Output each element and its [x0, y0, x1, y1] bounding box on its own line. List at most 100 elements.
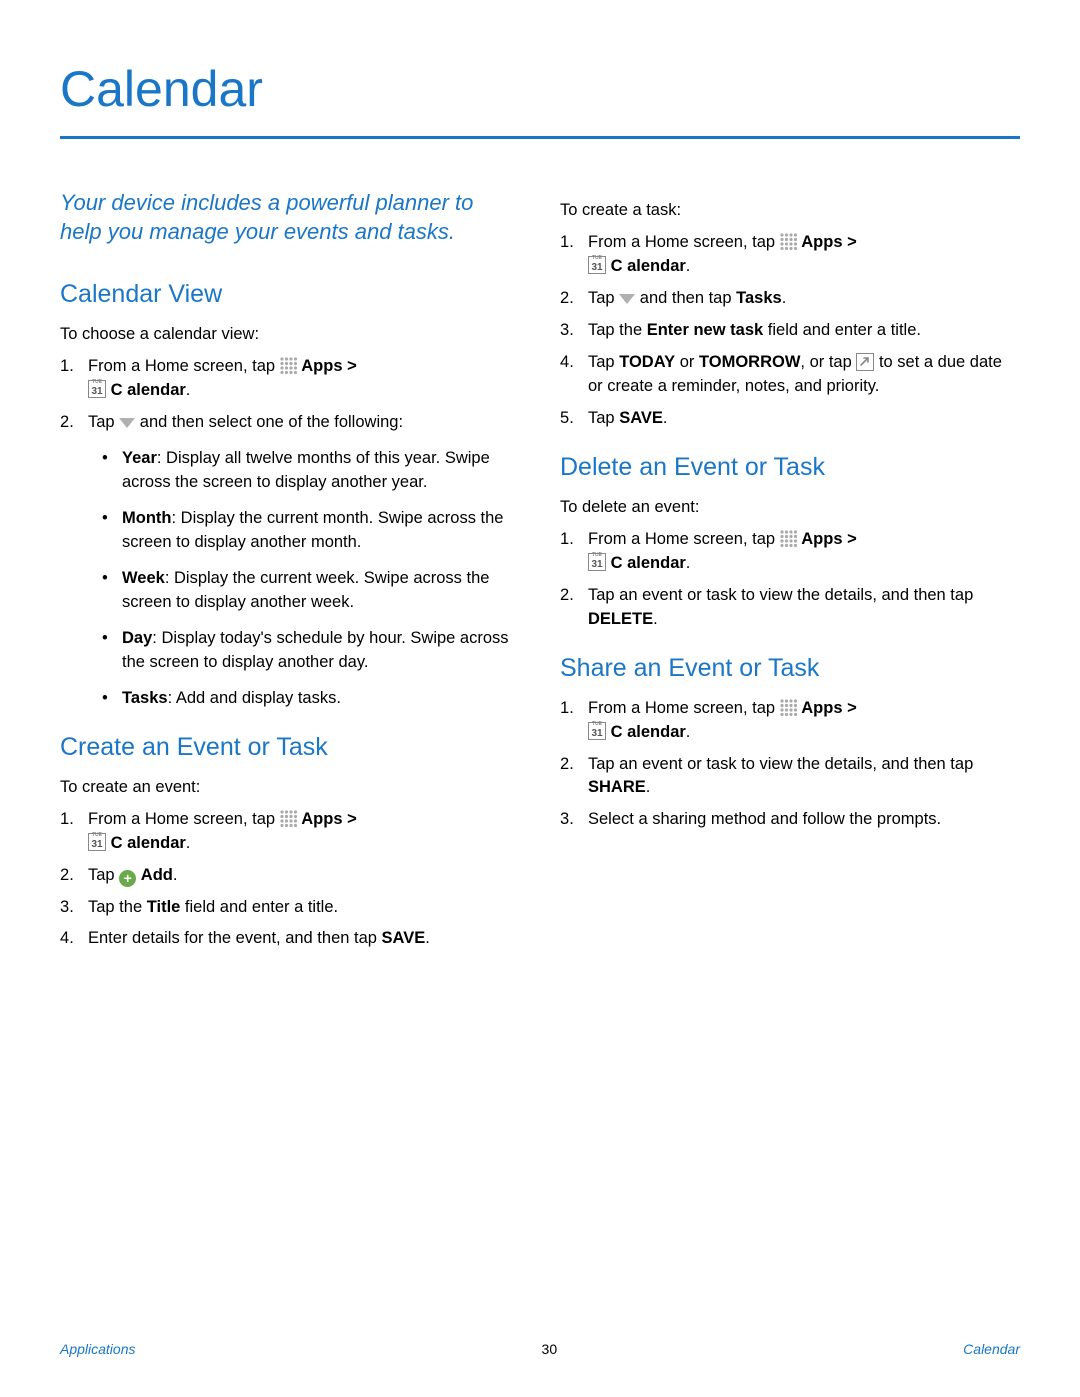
calendar-label: C alendar	[111, 834, 186, 852]
view-name: Week	[122, 569, 165, 587]
delete-heading: Delete an Event or Task	[560, 453, 1020, 482]
apps-grid-icon	[280, 810, 297, 827]
create-task-step-1: From a Home screen, tap Apps > 31 C alen…	[560, 231, 1020, 279]
share-step-1: From a Home screen, tap Apps > 31 C alen…	[560, 697, 1020, 745]
apps-label: Apps	[801, 233, 842, 251]
delete-step-1: From a Home screen, tap Apps > 31 C alen…	[560, 528, 1020, 576]
create-task-step-4: Tap TODAY or TOMORROW, or tap to set a d…	[560, 351, 1020, 399]
view-option-month: Month: Display the current month. Swipe …	[102, 507, 520, 555]
calendar-label: C alendar	[611, 554, 686, 572]
title-rule	[60, 136, 1020, 139]
calendar-view-step-1: From a Home screen, tap Apps > 31 C alen…	[60, 355, 520, 403]
calendar-label: C alendar	[611, 257, 686, 275]
tasks-label: Tasks	[736, 289, 782, 307]
share-step-3: Select a sharing method and follow the p…	[560, 808, 1020, 832]
step-text: , or tap	[800, 353, 856, 371]
step-text: Tap	[588, 289, 619, 307]
page-title: Calendar	[60, 60, 1020, 118]
gt: >	[843, 233, 857, 251]
add-plus-circle-icon: +	[119, 870, 136, 887]
title-field-label: Title	[147, 898, 181, 916]
dropdown-triangle-icon	[619, 294, 635, 304]
save-label: SAVE	[619, 409, 663, 427]
apps-grid-icon	[280, 357, 297, 374]
today-label: TODAY	[619, 353, 675, 371]
create-task-lead: To create a task:	[560, 199, 1020, 221]
step-text: Select a sharing method and follow the p…	[588, 810, 941, 828]
view-name: Day	[122, 629, 152, 647]
step-text: field and enter a title.	[763, 321, 921, 339]
gt: >	[843, 699, 857, 717]
enter-new-task-label: Enter new task	[647, 321, 763, 339]
step-text: From a Home screen, tap	[88, 357, 280, 375]
step-text: Tap the	[588, 321, 647, 339]
calendar-label: C alendar	[611, 723, 686, 741]
delete-step-2: Tap an event or task to view the details…	[560, 584, 1020, 632]
step-text: field and enter a title.	[180, 898, 338, 916]
create-event-step-3: Tap the Title field and enter a title.	[60, 896, 520, 920]
calendar-label: C alendar	[111, 381, 186, 399]
view-option-year: Year: Display all twelve months of this …	[102, 447, 520, 495]
step-text: From a Home screen, tap	[88, 810, 280, 828]
step-text: or	[675, 353, 699, 371]
share-heading: Share an Event or Task	[560, 654, 1020, 683]
view-desc: : Display the current week. Swipe across…	[122, 569, 489, 611]
share-step-2: Tap an event or task to view the details…	[560, 753, 1020, 801]
delete-lead: To delete an event:	[560, 496, 1020, 518]
view-option-day: Day: Display today's schedule by hour. S…	[102, 627, 520, 675]
calendar-view-options: Year: Display all twelve months of this …	[102, 447, 520, 710]
gt: >	[343, 357, 357, 375]
calendar-view-heading: Calendar View	[60, 280, 520, 309]
expand-arrow-box-icon	[856, 353, 874, 371]
step-text: Tap	[88, 866, 119, 884]
create-event-step-2: Tap + Add.	[60, 864, 520, 888]
view-desc: : Display all twelve months of this year…	[122, 449, 490, 491]
create-event-step-1: From a Home screen, tap Apps > 31 C alen…	[60, 808, 520, 856]
gt: >	[843, 530, 857, 548]
step-text: From a Home screen, tap	[588, 530, 780, 548]
delete-label: DELETE	[588, 610, 653, 628]
apps-label: Apps	[801, 699, 842, 717]
step-text: Tap an event or task to view the details…	[588, 586, 973, 604]
step-text: From a Home screen, tap	[588, 699, 780, 717]
apps-label: Apps	[801, 530, 842, 548]
create-task-step-5: Tap SAVE.	[560, 407, 1020, 431]
calendar-icon: 31	[588, 553, 606, 571]
calendar-view-steps: From a Home screen, tap Apps > 31 C alen…	[60, 355, 520, 710]
tomorrow-label: TOMORROW	[699, 353, 800, 371]
right-column: To create a task: From a Home screen, ta…	[560, 189, 1020, 959]
apps-label: Apps	[301, 357, 342, 375]
apps-grid-icon	[780, 699, 797, 716]
view-option-tasks: Tasks: Add and display tasks.	[102, 687, 520, 711]
view-name: Year	[122, 449, 157, 467]
step-text: Tap an event or task to view the details…	[588, 755, 973, 773]
calendar-icon: 31	[88, 833, 106, 851]
view-desc: : Add and display tasks.	[168, 689, 341, 707]
step-text: and then tap	[640, 289, 736, 307]
intro-paragraph: Your device includes a powerful planner …	[60, 189, 520, 246]
view-desc: : Display the current month. Swipe acros…	[122, 509, 503, 551]
view-option-week: Week: Display the current week. Swipe ac…	[102, 567, 520, 615]
create-event-steps: From a Home screen, tap Apps > 31 C alen…	[60, 808, 520, 952]
delete-steps: From a Home screen, tap Apps > 31 C alen…	[560, 528, 1020, 632]
step-text: Tap	[588, 353, 619, 371]
footer-right: Calendar	[963, 1341, 1020, 1357]
add-label: Add	[141, 866, 173, 884]
dropdown-triangle-icon	[119, 418, 135, 428]
calendar-icon: 31	[588, 256, 606, 274]
calendar-view-step-2: Tap and then select one of the following…	[60, 411, 520, 710]
create-task-steps: From a Home screen, tap Apps > 31 C alen…	[560, 231, 1020, 430]
step-text: From a Home screen, tap	[588, 233, 780, 251]
view-desc: : Display today's schedule by hour. Swip…	[122, 629, 509, 671]
footer-page-number: 30	[542, 1341, 558, 1357]
create-event-step-4: Enter details for the event, and then ta…	[60, 927, 520, 951]
footer-left: Applications	[60, 1341, 136, 1357]
apps-label: Apps	[301, 810, 342, 828]
create-task-step-2: Tap and then tap Tasks.	[560, 287, 1020, 311]
calendar-view-lead: To choose a calendar view:	[60, 323, 520, 345]
share-label: SHARE	[588, 778, 646, 796]
page: Calendar Your device includes a powerful…	[0, 0, 1080, 1397]
step-text: Tap the	[88, 898, 147, 916]
step-text: Tap	[88, 413, 119, 431]
step-text: and then select one of the following:	[140, 413, 403, 431]
